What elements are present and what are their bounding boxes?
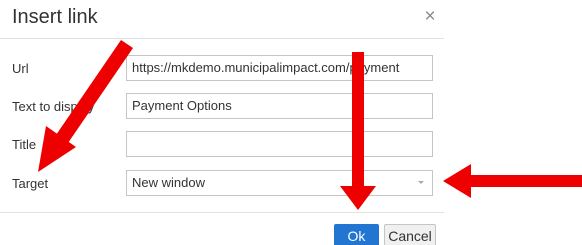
url-label: Url <box>12 61 29 76</box>
title-input[interactable] <box>126 131 433 157</box>
left-arrow-icon <box>443 164 582 198</box>
insert-link-dialog: Insert link × Url https://mkdemo.municip… <box>0 0 582 245</box>
cancel-button[interactable]: Cancel <box>384 224 436 245</box>
dialog-header: Insert link × <box>0 0 444 39</box>
footer-divider <box>0 212 444 213</box>
chevron-down-icon <box>418 181 424 184</box>
title-label: Title <box>12 137 37 152</box>
text-to-display-input[interactable]: Payment Options <box>126 93 433 119</box>
url-input[interactable]: https://mkdemo.municipalimpact.com/payme… <box>126 55 433 81</box>
target-select-value: New window <box>132 175 205 190</box>
target-label: Target <box>12 176 49 191</box>
text-to-display-label: Text to display <box>12 99 95 114</box>
target-select[interactable]: New window <box>126 170 433 196</box>
dialog-title: Insert link <box>12 6 98 28</box>
ok-button[interactable]: Ok <box>334 224 379 245</box>
close-icon[interactable]: × <box>422 7 438 27</box>
